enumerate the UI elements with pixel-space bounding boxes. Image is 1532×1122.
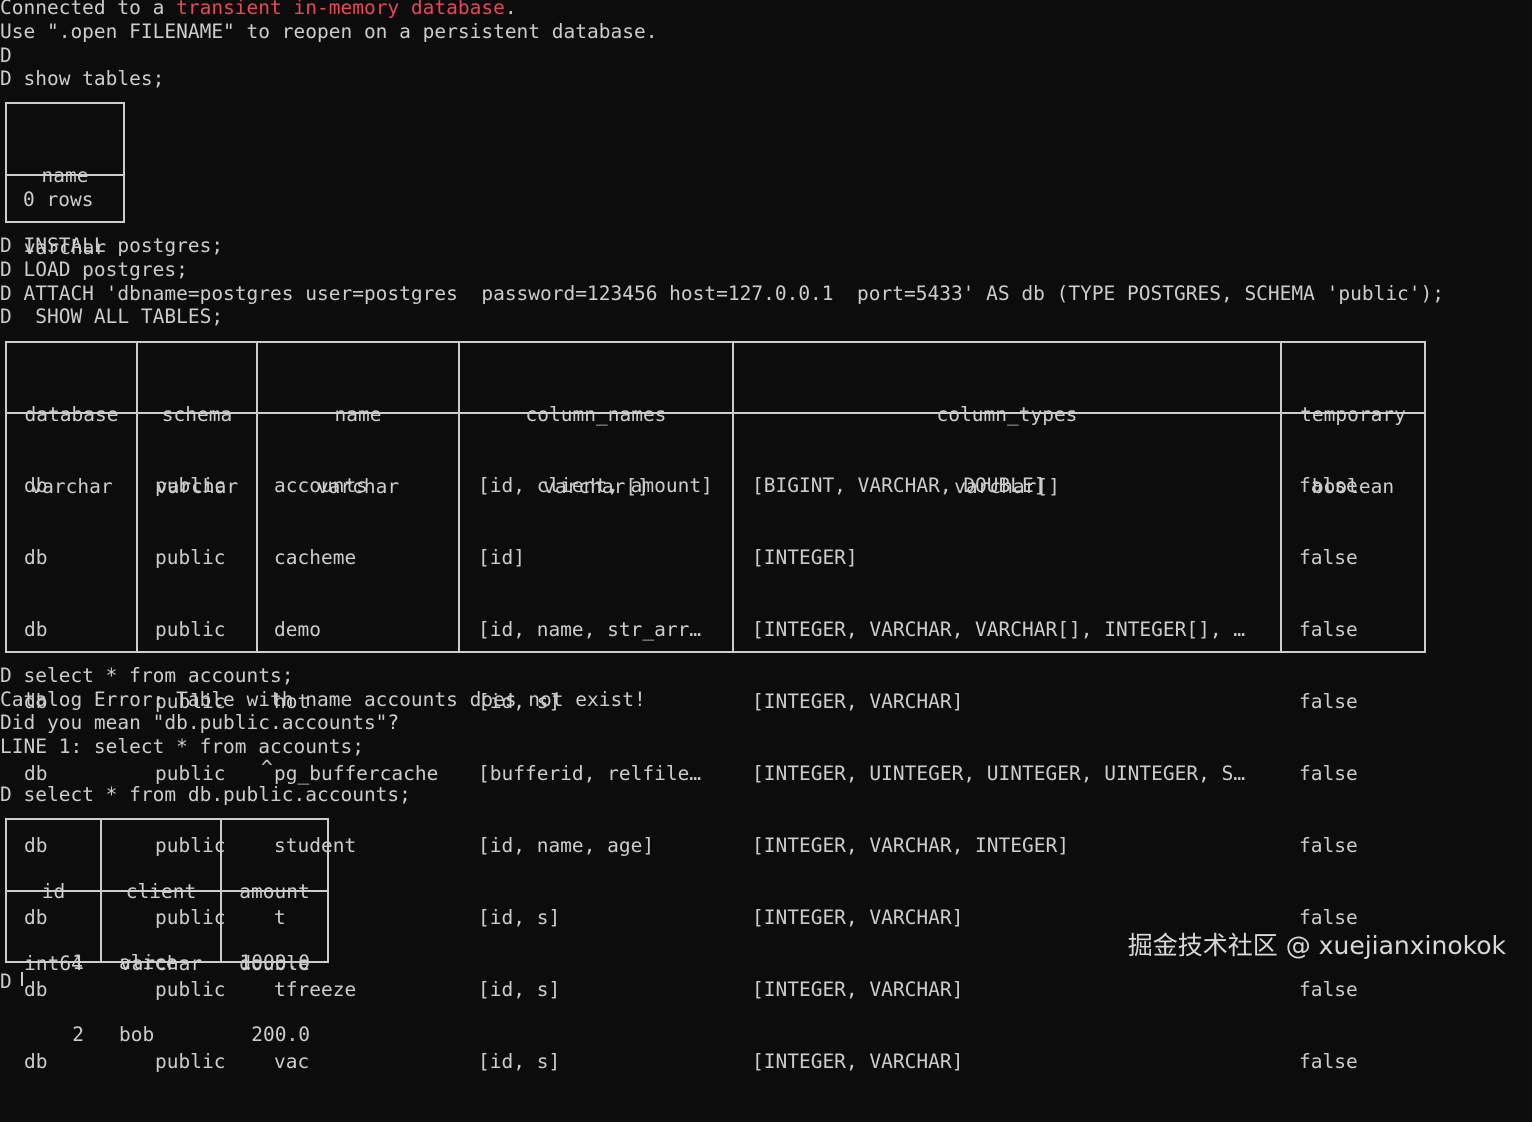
table-cell: 1 — [72, 951, 84, 974]
command-line-attach: D ATTACH 'dbname=postgres user=postgres … — [0, 282, 1445, 305]
command-line-show-all-tables: D SHOW ALL TABLES; — [0, 305, 224, 328]
error-suggestion: Did you mean "db.public.accounts"? — [0, 711, 400, 734]
table-cell: [INTEGER, VARCHAR, VARCHAR[], INTEGER[],… — [752, 618, 1246, 641]
column-values-column-names: [id, client, amount] [id] [id, name, str… — [478, 426, 713, 1122]
connected-line: Connected to a transient in-memory datab… — [0, 0, 517, 20]
table-cell: accounts — [274, 474, 368, 497]
table-cell: [id, s] — [478, 978, 561, 1001]
error-caret: ^ — [261, 756, 273, 779]
table-cell: false — [1299, 834, 1358, 857]
table-cell: [BIGINT, VARCHAR, DOUBLE] — [752, 474, 1046, 497]
table-cell: alice — [119, 951, 178, 974]
table-cell: public — [155, 546, 226, 569]
table-cell: false — [1299, 978, 1358, 1001]
column-name: temporary — [1300, 403, 1406, 426]
table-cell: false — [1299, 762, 1358, 785]
table-cell: false — [1299, 1050, 1358, 1073]
table-cell: [INTEGER, VARCHAR] — [752, 978, 964, 1001]
command-line-show-tables: D show tables; — [0, 67, 165, 90]
column-values-id: 1 2 — [7, 903, 84, 1095]
column-name: database — [24, 403, 119, 426]
command-line-install: D INSTALL postgres; — [0, 234, 224, 257]
column-name: schema — [161, 403, 233, 426]
column-name: client — [125, 880, 197, 903]
table-cell: [id, name, age] — [478, 834, 655, 857]
table-cell: [bufferid, relfile… — [478, 762, 702, 785]
watermark: 掘金技术社区 @ xuejianxinokok — [1127, 931, 1506, 960]
row-count: 0 rows — [23, 188, 94, 211]
prompt-line: D — [0, 44, 12, 67]
column-values-amount: 1000.0 200.0 — [222, 903, 310, 1095]
column-name: id — [41, 880, 66, 903]
column-name: column_names — [525, 403, 667, 426]
final-prompt[interactable]: D — [0, 970, 12, 994]
table-cell: cacheme — [274, 546, 357, 569]
command-line-select-db-accounts: D select * from db.public.accounts; — [0, 783, 411, 806]
column-name: name — [41, 164, 89, 187]
table-cell: public — [155, 618, 226, 641]
table-cell: demo — [274, 618, 321, 641]
table-cell: 2 — [72, 1023, 84, 1046]
table-cell: 200.0 — [251, 1023, 310, 1046]
table-cell: db — [24, 474, 48, 497]
column-values-column-types: [BIGINT, VARCHAR, DOUBLE] [INTEGER] [INT… — [752, 426, 1245, 1122]
result-table-show-tables: name varchar 0 rows — [5, 102, 125, 259]
table-cell: db — [24, 618, 48, 641]
column-name: column_types — [936, 403, 1078, 426]
result-table-accounts: id int64 client varchar amount double 1 … — [5, 818, 329, 1046]
table-cell: [INTEGER, VARCHAR] — [752, 1050, 964, 1073]
table-cell: false — [1299, 474, 1358, 497]
column-values-client: alice bob — [119, 903, 189, 1095]
table-cell: 1000.0 — [239, 951, 310, 974]
table-cell: [INTEGER, UINTEGER, UINTEGER, UINTEGER, … — [752, 762, 1246, 785]
column-name: name — [334, 403, 382, 426]
table-cell: [id, client, amount] — [478, 474, 713, 497]
connected-prefix: Connected to a — [0, 0, 177, 19]
command-line-select-accounts: D select * from accounts; — [0, 664, 294, 687]
table-cell: [id, name, str_arr… — [478, 618, 702, 641]
table-cell: false — [1299, 618, 1358, 641]
column-name: amount — [239, 880, 310, 903]
error-line-reference: LINE 1: select * from accounts; — [0, 735, 364, 758]
error-message: Catalog Error: Table with name accounts … — [0, 688, 646, 711]
terminal-window[interactable]: Connected to a transient in-memory datab… — [0, 0, 1532, 1073]
table-cell: false — [1299, 690, 1358, 713]
command-line-load: D LOAD postgres; — [0, 258, 188, 281]
table-cell: [INTEGER] — [752, 546, 858, 569]
table-cell: [id, s] — [478, 1050, 561, 1073]
column-values-temporary: false false false false false false fals… — [1299, 426, 1369, 1122]
table-cell: db — [24, 546, 48, 569]
table-cell: [id, s] — [478, 906, 561, 929]
connected-highlight: transient in-memory database — [176, 0, 505, 19]
connected-suffix: . — [504, 0, 517, 19]
table-cell: false — [1299, 546, 1358, 569]
result-table-all-tables: database varchar schema varchar name var… — [5, 341, 1426, 1073]
table-cell: [INTEGER, VARCHAR] — [752, 690, 964, 713]
table-cell: [INTEGER, VARCHAR, INTEGER] — [752, 834, 1069, 857]
reopen-hint-line: Use ".open FILENAME" to reopen on a pers… — [0, 20, 658, 43]
table-cell: public — [155, 474, 226, 497]
table-cell: bob — [119, 1023, 155, 1046]
table-cell: [id] — [478, 546, 525, 569]
